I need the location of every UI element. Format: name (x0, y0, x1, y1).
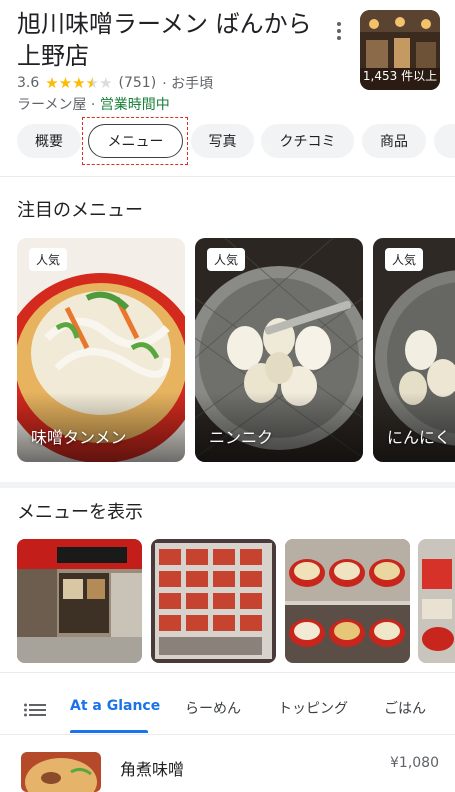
menu-category-tabs: At a Glance らーめん トッピング ごはん (0, 680, 455, 734)
dish-name: 味噌タンメン (31, 428, 127, 447)
popular-badge: 人気 (207, 248, 246, 271)
tab-at-a-glance[interactable]: At a Glance (70, 698, 160, 714)
menu-photo[interactable] (418, 539, 455, 663)
place-photo-thumbnail[interactable]: 1,453 件以上 (360, 10, 440, 90)
menu-photo[interactable] (151, 539, 276, 663)
open-status: 営業時間中 (99, 97, 170, 113)
rating-stars: ★ ★ ★ ★ ★ (45, 75, 112, 91)
divider (0, 672, 455, 673)
dish-name: にんにく (387, 428, 451, 447)
menu-item-image[interactable] (21, 752, 101, 792)
tab-reviews[interactable]: クチコミ (261, 124, 354, 158)
tab-menu[interactable]: メニュー (88, 124, 183, 158)
more-options-icon[interactable] (330, 20, 348, 42)
review-count: (751) (118, 75, 157, 91)
menu-item-price: ¥1,080 (390, 755, 439, 771)
popular-badge: 人気 (29, 248, 68, 271)
rating-row[interactable]: 3.6 ★ ★ ★ ★ ★ (751) · お手頃 (17, 73, 213, 93)
section-divider (0, 482, 455, 488)
photo-count-label: 1,453 件以上 (362, 69, 438, 83)
dish-name: ニンニク (209, 428, 274, 447)
popular-dish-card[interactable]: 人気 にんにく (373, 238, 455, 462)
star-icon: ★ (45, 74, 59, 92)
food-display-image (285, 539, 410, 663)
menu-photo[interactable] (17, 539, 142, 663)
price-level: · お手頃 (162, 76, 214, 92)
storefront-image (17, 539, 142, 663)
half-star-icon: ★ (85, 74, 100, 92)
divider (0, 734, 455, 735)
food-display-image-2 (418, 539, 455, 663)
tab-toppings[interactable]: トッピング (278, 698, 348, 718)
separator: · (86, 97, 100, 113)
star-icon: ★ (58, 74, 73, 92)
popular-dish-card[interactable]: 人気 ニンニク (195, 238, 363, 462)
list-icon[interactable] (24, 702, 46, 717)
category-row: ラーメン屋 · 営業時間中 (17, 94, 170, 114)
popular-badge: 人気 (385, 248, 424, 271)
tab-rice[interactable]: ごはん (384, 698, 426, 718)
tab-overview[interactable]: 概要 (17, 124, 81, 158)
menu-photo[interactable] (285, 539, 410, 663)
tab-more-partial[interactable] (434, 124, 455, 158)
menu-item-name[interactable]: 角煮味噌 (120, 756, 184, 780)
star-icon: ★ (72, 74, 86, 92)
popular-heading: 注目のメニュー (17, 200, 143, 221)
menu-photos-heading: メニューを表示 (17, 502, 143, 523)
popular-dish-card[interactable]: 人気 味噌タンメン (17, 238, 185, 462)
empty-star-icon: ★ (99, 74, 113, 92)
active-tab-indicator (70, 730, 148, 733)
tab-photos[interactable]: 写真 (191, 124, 254, 158)
ticket-machine-image (151, 539, 276, 663)
tab-ramen[interactable]: らーめん (185, 698, 241, 718)
place-title: 旭川味噌ラーメン ばんから 上野店 (17, 8, 327, 72)
tab-products[interactable]: 商品 (362, 124, 426, 158)
place-title-line2: 上野店 (17, 42, 89, 70)
category-label: ラーメン屋 (17, 97, 87, 113)
rating-value: 3.6 (17, 75, 40, 91)
divider (0, 176, 455, 177)
place-title-line1: 旭川味噌ラーメン ばんから (17, 10, 312, 38)
